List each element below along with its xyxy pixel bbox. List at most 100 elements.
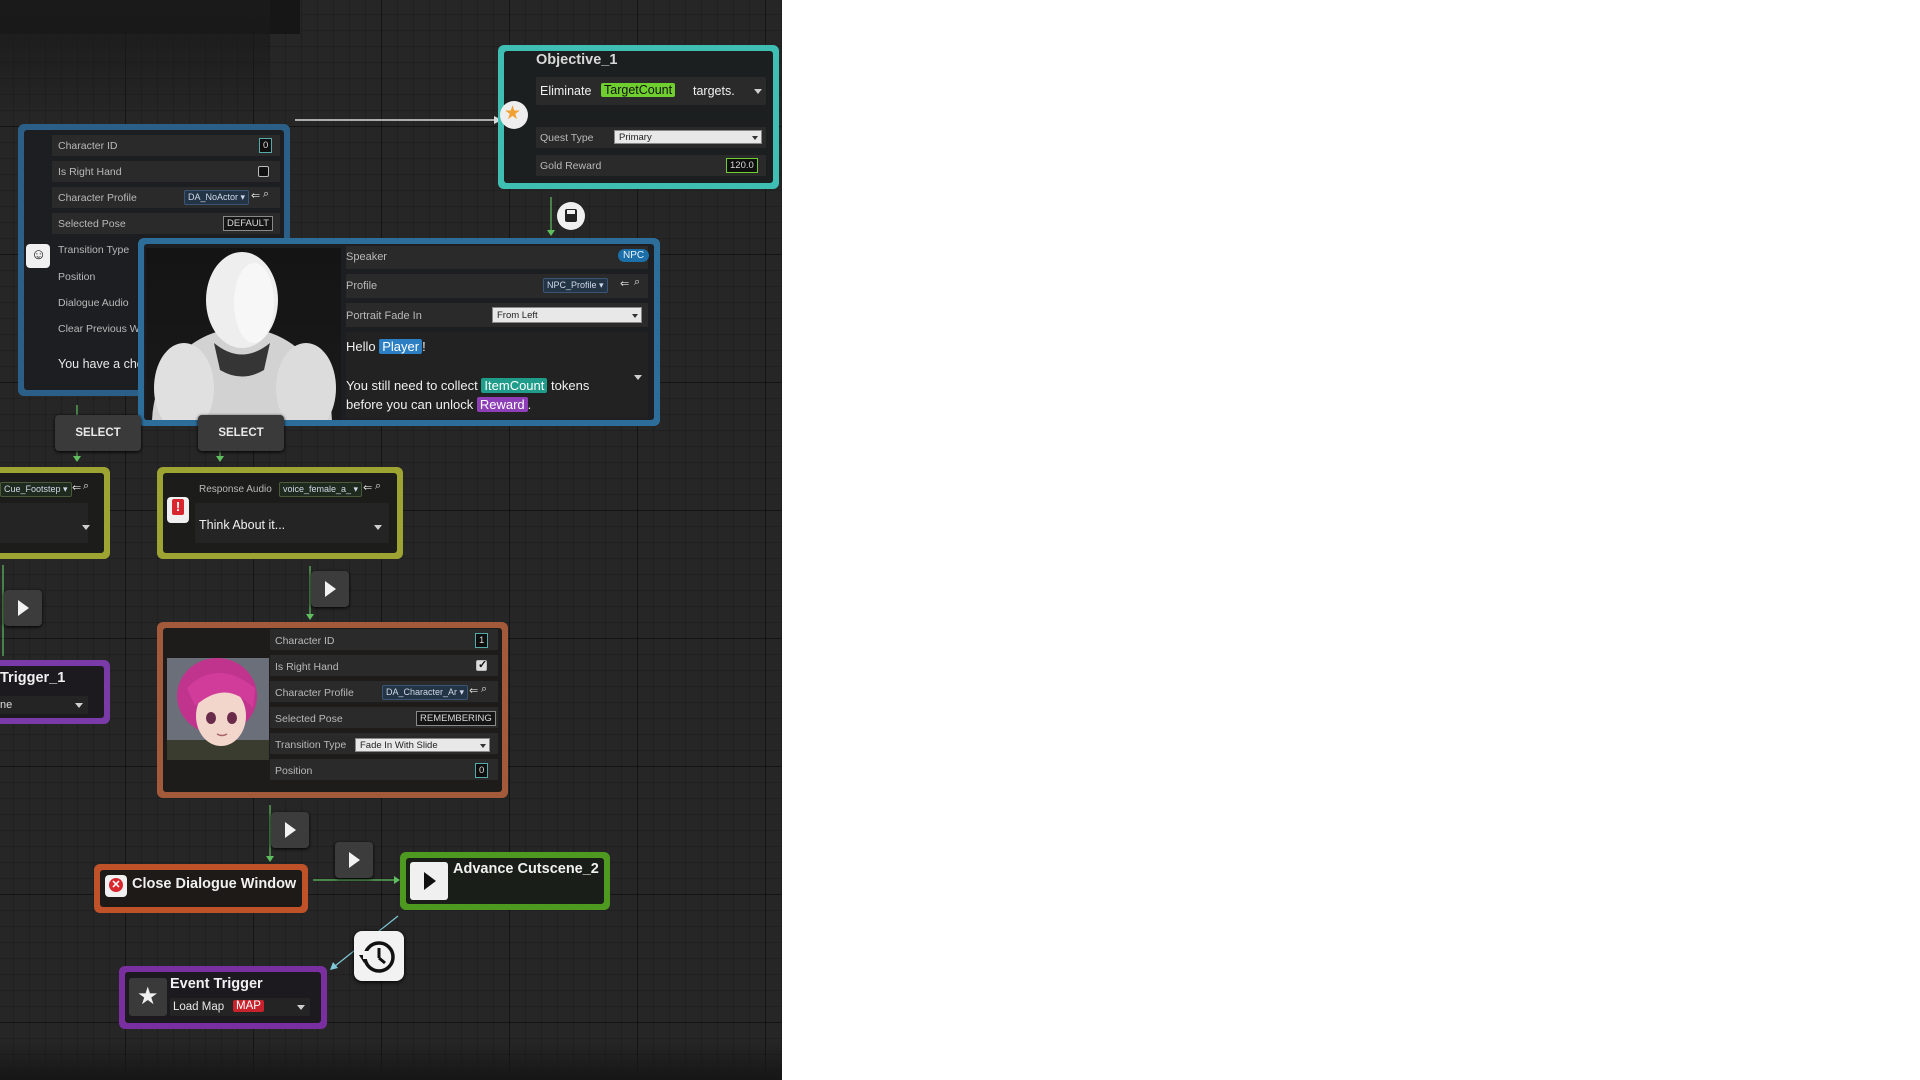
chevron-down-icon[interactable] — [374, 525, 382, 530]
chevron-down-icon[interactable] — [75, 703, 83, 708]
transition-type-dropdown[interactable]: Fade In With Slide — [355, 738, 490, 752]
star-icon: ★ — [129, 978, 167, 1016]
portrait-fade-dropdown[interactable]: From Left — [492, 307, 642, 323]
play-icon-glyph — [424, 872, 436, 890]
objective-text-row[interactable]: Eliminate TargetCount targets. — [536, 77, 766, 105]
position-label: Position — [58, 271, 96, 283]
selected-pose-label: Selected Pose — [58, 218, 126, 230]
character-node-2[interactable]: Character ID 1 Is Right Hand ✓ Character… — [157, 622, 508, 798]
trigger-dropdown[interactable]: ne — [0, 696, 88, 714]
character-id-value[interactable]: 1 — [475, 633, 489, 648]
event-trigger-row[interactable]: Load Map MAP — [170, 998, 310, 1016]
wire-arrow — [73, 456, 81, 462]
history-icon[interactable] — [354, 931, 404, 981]
portrait-fade-value: From Left — [497, 310, 538, 321]
dialogue-node[interactable]: Speaker NPC Profile NPC_Profile ▾ ⇐ ⌕ Po… — [138, 238, 660, 426]
objective-text-post: targets. — [693, 84, 735, 98]
chevron-down-icon[interactable] — [634, 375, 642, 380]
wire-arrow — [266, 856, 274, 862]
dialogue-line-2: You still need to collect ItemCount toke… — [346, 378, 589, 393]
play-button[interactable] — [4, 590, 42, 626]
play-button[interactable] — [311, 571, 349, 607]
is-right-hand-label: Is Right Hand — [58, 166, 122, 178]
search-icon[interactable]: ⌕ — [634, 276, 640, 289]
position-value[interactable]: 0 — [475, 763, 489, 778]
play-icon — [410, 862, 448, 900]
transition-type-value: Fade In With Slide — [360, 740, 438, 751]
canvas-bottom-shadow — [0, 1040, 782, 1080]
quest-type-value: Primary — [619, 132, 652, 143]
response-node-left[interactable]: Cue_Footstep ▾ ⇐ ⌕ — [0, 467, 110, 559]
character-profile-picker[interactable]: DA_Character_Ar ▾ — [382, 685, 469, 700]
play-button[interactable] — [335, 842, 373, 878]
smiley-icon-glyph: ☺ — [31, 246, 47, 263]
objective-text-pre: Eliminate — [540, 84, 592, 98]
gold-reward-value[interactable]: 120.0 — [726, 158, 758, 173]
dialogue-graph-canvas[interactable]: Objective_1 Eliminate TargetCount target… — [0, 0, 782, 1080]
response-audio-picker-left[interactable]: Cue_Footstep ▾ — [0, 482, 72, 497]
select-button-2[interactable]: SELECT — [198, 415, 284, 451]
transition-type-label: Transition Type — [58, 244, 130, 256]
character-profile-picker[interactable]: DA_NoActor ▾ — [184, 190, 250, 205]
objective-node[interactable]: Objective_1 Eliminate TargetCount target… — [498, 45, 779, 189]
event-trigger-node[interactable]: ★ Event Trigger Load Map MAP — [119, 966, 327, 1029]
character-profile-value: DA_Character_Ar — [386, 687, 458, 697]
back-arrow-icon[interactable]: ⇐ — [620, 277, 629, 290]
search-icon[interactable]: ⌕ — [481, 683, 487, 696]
objective-title: Objective_1 — [536, 52, 618, 68]
line2-post: tokens — [551, 378, 590, 393]
response-text: Think About it... — [199, 518, 286, 532]
response-audio-label: Response Audio — [199, 484, 272, 495]
line2-pre: You still need to collect — [346, 378, 478, 393]
player-variable: Player — [379, 339, 423, 354]
back-arrow-icon[interactable]: ⇐ — [363, 481, 372, 494]
speaker-value[interactable]: NPC — [618, 249, 650, 262]
dialogue-line-3: before you can unlock Reward. — [346, 397, 531, 412]
response-audio-picker[interactable]: voice_female_a_ ▾ — [279, 482, 363, 497]
character-id-value[interactable]: 0 — [259, 138, 273, 153]
character-profile-label: Character Profile — [58, 192, 137, 204]
back-arrow-icon[interactable]: ⇐ — [72, 481, 81, 494]
response-node-right[interactable]: Response Audio voice_female_a_ ▾ ⇐ ⌕ Thi… — [157, 467, 403, 559]
selected-pose-value[interactable]: DEFAULT — [223, 216, 274, 231]
select-button-1[interactable]: SELECT — [55, 415, 141, 451]
line1-pre: Hello — [346, 339, 376, 354]
is-right-hand-checkbox[interactable] — [258, 166, 269, 177]
selected-pose-value[interactable]: REMEMBERING — [416, 711, 496, 726]
response-text-left[interactable] — [0, 503, 88, 543]
chevron-down-icon[interactable] — [297, 1005, 305, 1010]
play-button[interactable] — [271, 812, 309, 848]
mannequin-image — [152, 252, 336, 420]
checkmark-icon: ✓ — [478, 659, 488, 671]
back-arrow-icon[interactable]: ⇐ — [251, 189, 260, 202]
advance-cutscene-node[interactable]: Advance Cutscene_2 — [400, 852, 610, 910]
response-audio-value: voice_female_a_ — [283, 484, 352, 494]
search-icon[interactable]: ⌕ — [263, 188, 269, 201]
back-arrow-icon[interactable]: ⇐ — [469, 684, 478, 697]
character-portrait — [167, 658, 269, 760]
character-id-label: Character ID — [275, 635, 335, 647]
close-dialogue-node[interactable]: ✕ Close Dialogue Window — [94, 864, 308, 913]
event-trigger-tag: MAP — [233, 1000, 264, 1012]
quest-type-dropdown[interactable]: Primary — [614, 130, 762, 144]
chevron-down-icon[interactable] — [82, 525, 90, 530]
character-profile-value: DA_NoActor — [188, 192, 239, 202]
profile-picker[interactable]: NPC_Profile ▾ — [543, 278, 608, 293]
is-right-hand-label: Is Right Hand — [275, 661, 339, 673]
search-icon[interactable]: ⌕ — [83, 480, 89, 493]
response-audio-left-value: Cue_Footstep — [4, 484, 61, 494]
position-label: Position — [275, 765, 313, 777]
selected-pose-label: Selected Pose — [275, 713, 343, 725]
choice-text: You have a cho — [58, 357, 144, 371]
gold-reward-label: Gold Reward — [540, 160, 602, 172]
chevron-down-icon[interactable] — [754, 89, 762, 94]
clear-previous-label: Clear Previous W — [58, 323, 140, 335]
dialogue-line-1: Hello Player! — [346, 339, 426, 354]
search-icon[interactable]: ⌕ — [375, 480, 381, 493]
wire-arrow — [330, 962, 338, 970]
save-icon[interactable] — [557, 202, 585, 230]
close-x-icon: ✕ — [105, 875, 127, 897]
smiley-icon: ☺ — [26, 244, 50, 268]
trigger-node[interactable]: Trigger_1 ne — [0, 660, 110, 724]
star-icon: ★ — [504, 103, 522, 124]
